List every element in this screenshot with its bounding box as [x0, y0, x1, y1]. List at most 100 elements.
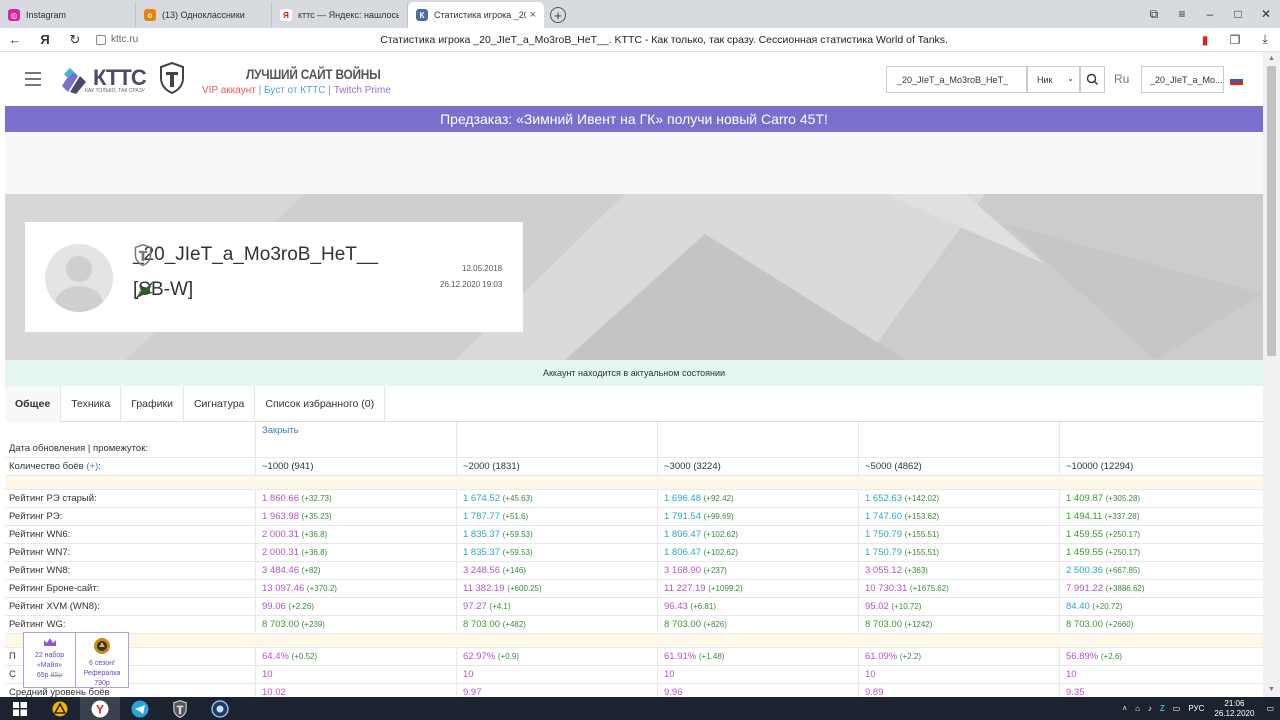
table-cell: 1 696.48 (+92.42): [657, 490, 858, 507]
table-row: Рейтинг РЭ: 1 963.98 (+35.23) 1 787.77 (+5…: [5, 508, 1263, 526]
stat-delta: (+2.2): [899, 652, 921, 661]
tab-favorites[interactable]: Список избранного (0): [255, 386, 386, 422]
scroll-up-icon[interactable]: ▲: [1263, 55, 1280, 62]
stat-delta: (+0.52): [291, 652, 318, 661]
tabs-overview-icon[interactable]: ⧉: [1140, 7, 1168, 22]
close-window-icon[interactable]: ✕: [1252, 7, 1280, 21]
tab-vehicles[interactable]: Техника: [61, 386, 122, 422]
tray-expand-icon[interactable]: ˄: [1122, 704, 1127, 713]
stat-delta: (+35.23): [301, 512, 332, 521]
taskbar-app-triangle[interactable]: [40, 697, 80, 720]
language-indicator[interactable]: РУС: [1188, 704, 1204, 713]
stat-value: 7 991.22: [1066, 583, 1103, 594]
stat-value: 1 652.63: [865, 493, 902, 504]
world-of-tanks-icon[interactable]: [159, 62, 185, 94]
stat-value: 1 835.37: [463, 547, 500, 558]
stat-delta: (+0.9): [497, 652, 519, 661]
user-account-field[interactable]: _20_JIeT_a_Mo...: [1141, 66, 1224, 93]
search-button[interactable]: [1080, 66, 1105, 93]
url-text: kttc.ru: [111, 34, 139, 45]
volume-icon[interactable]: ♪: [1148, 704, 1152, 713]
tab-charts[interactable]: Графики: [121, 386, 184, 422]
table-cell: [858, 422, 1059, 440]
scroll-down-icon[interactable]: ▼: [1263, 686, 1280, 693]
account-status: Аккаунт находится в актуальном состоянии: [5, 360, 1263, 386]
minimize-icon[interactable]: –: [1196, 7, 1224, 21]
page-scrollbar[interactable]: ▲ ▼: [1263, 52, 1280, 697]
tab-signature[interactable]: Сигнатура: [184, 386, 256, 422]
table-cell: 2 000.31 (+36.8): [255, 526, 456, 543]
battles-column-header[interactable]: ~10000 (12294): [1059, 458, 1255, 475]
boost-link[interactable]: Буст от КТТС: [264, 85, 326, 96]
maximize-icon[interactable]: □: [1224, 7, 1252, 21]
table-cell: [858, 440, 1059, 457]
table-cell: [456, 422, 657, 440]
url-field[interactable]: kttc.ru: [96, 34, 138, 45]
scrollbar-thumb[interactable]: [1267, 66, 1276, 356]
hamburger-menu-icon[interactable]: [25, 72, 41, 90]
reading-list-icon[interactable]: ❐: [1220, 33, 1250, 47]
player-search-input[interactable]: _20_JIeT_a_Mo3roB_HeT_: [886, 66, 1027, 93]
network-icon[interactable]: ⌂: [1135, 704, 1140, 713]
browser-tab-odnoklassniki[interactable]: о (13) Одноклассники: [136, 2, 272, 28]
stat-delta: (+142.02): [904, 494, 940, 503]
table-cell: [255, 440, 456, 457]
row-label: Рейтинг РЭ:: [9, 511, 63, 522]
search-type-select[interactable]: Ник ⌄: [1027, 66, 1080, 93]
start-button[interactable]: [0, 697, 40, 720]
tab-general[interactable]: Общее: [5, 386, 62, 422]
stat-delta: (+59.53): [502, 530, 533, 539]
bookmark-icon[interactable]: ▮: [1190, 33, 1220, 47]
stat-value: 61.91%: [664, 651, 697, 662]
tab-label: кттс — Яндекс: нашлось 5: [298, 10, 399, 20]
notifications-icon[interactable]: ▭: [1266, 704, 1274, 713]
player-clan[interactable]: [SB-W]: [133, 279, 193, 301]
site-logo[interactable]: КТТС КАК ТОЛЬКО, ТАК СРАЗУ: [60, 62, 147, 96]
kttc-icon: К: [416, 9, 428, 21]
stat-delta: (+99.69): [703, 512, 734, 521]
stat-delta: (+36.8): [301, 530, 328, 539]
back-icon[interactable]: ←: [0, 32, 30, 47]
taskbar-app-telegram[interactable]: [120, 697, 160, 720]
stat-value: 1 459.55: [1066, 529, 1103, 540]
table-row: Рейтинг WN6: 2 000.31 (+36.8) 1 835.37 (+5…: [5, 526, 1263, 544]
close-tab-icon[interactable]: ×: [530, 9, 536, 21]
battles-add-link[interactable]: (+): [86, 461, 98, 472]
address-bar: ← Я ↻ kttc.ru Статистика игрока _20_JIeT…: [0, 28, 1280, 52]
table-cell: 1 459.55 (+250.17): [1059, 526, 1255, 543]
table-cell: 10: [255, 666, 456, 683]
vip-account-link[interactable]: VIP аккаунт: [202, 85, 256, 96]
twitch-prime-link[interactable]: Twitch Prime: [334, 85, 391, 96]
promo-widget[interactable]: 22 набор «Майя» 65р 85р 6 сезон! Реферал…: [23, 632, 129, 688]
stat-value: 1 806.47: [664, 547, 701, 558]
battles-column-header[interactable]: ~5000 (4862): [858, 458, 1059, 475]
taskbar-app-yandex[interactable]: Y: [80, 697, 120, 720]
battles-column-header[interactable]: ~1000 (941): [255, 458, 456, 475]
promo-offer-maya[interactable]: 22 набор «Майя» 65р 85р: [24, 633, 77, 687]
menu-icon[interactable]: ≡: [1168, 7, 1196, 21]
russia-flag-icon[interactable]: [1230, 76, 1243, 85]
battles-column-header[interactable]: ~3000 (3224): [657, 458, 858, 475]
taskbar-app-wot[interactable]: [160, 697, 200, 720]
promo-offer-referral[interactable]: 6 сезон! Рефералка 790р: [76, 633, 128, 687]
tab-label: (13) Одноклассники: [162, 10, 245, 20]
row-label: Рейтинг РЭ старый:: [9, 493, 97, 504]
browser-tab-yandex[interactable]: Я кттс — Яндекс: нашлось 5: [272, 2, 408, 28]
yandex-home-icon[interactable]: Я: [30, 32, 60, 47]
stat-delta: (+482): [502, 620, 526, 629]
close-link[interactable]: Закрыть: [255, 422, 456, 440]
app-tray-icon[interactable]: Z: [1160, 704, 1165, 713]
downloads-icon[interactable]: ⤓: [1250, 32, 1280, 47]
language-switch[interactable]: Ru: [1114, 72, 1129, 86]
new-tab-button[interactable]: +: [544, 2, 572, 28]
reload-icon[interactable]: ↻: [60, 32, 90, 48]
browser-tab-instagram[interactable]: ◎ Instagram: [0, 2, 136, 28]
browser-tab-kttc[interactable]: К Статистика игрока _20_ ×: [408, 2, 544, 28]
keyboard-icon[interactable]: ▭: [1173, 704, 1181, 713]
preorder-banner[interactable]: Предзаказ: «Зимний Ивент на ГК» получи н…: [5, 106, 1263, 132]
battles-column-header[interactable]: ~2000 (1831): [456, 458, 657, 475]
stat-value: 1 835.37: [463, 529, 500, 540]
clock[interactable]: 21:06 26.12.2020: [1214, 699, 1254, 719]
table-cell: 1 787.77 (+51.6): [456, 508, 657, 525]
taskbar-app-circle[interactable]: [200, 697, 240, 720]
